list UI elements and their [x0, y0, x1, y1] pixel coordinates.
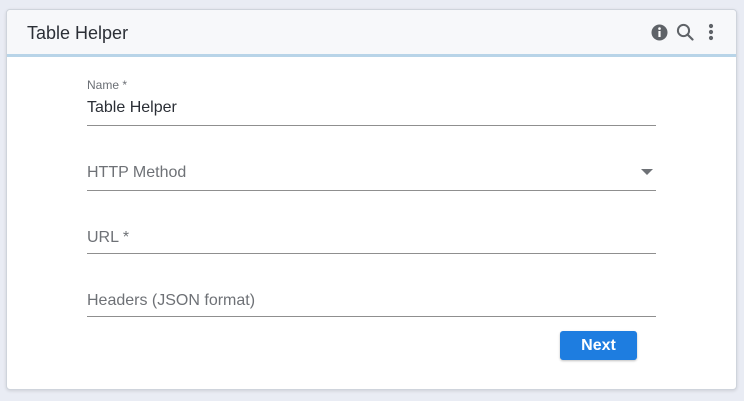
- name-field[interactable]: Name * Table Helper: [87, 78, 656, 127]
- url-field[interactable]: URL *: [87, 226, 656, 256]
- info-icon[interactable]: [650, 22, 668, 42]
- next-button[interactable]: Next: [560, 331, 637, 360]
- url-field-placeholder: URL *: [87, 229, 130, 246]
- name-field-label: Name *: [87, 78, 128, 92]
- header-actions: [650, 22, 720, 42]
- more-vertical-icon[interactable]: [702, 22, 720, 42]
- http-method-placeholder: HTTP Method: [87, 164, 187, 181]
- table-helper-card: Table Helper Name * Table Helper HTTP Me…: [6, 9, 737, 390]
- http-method-underline: [87, 190, 656, 191]
- name-field-underline: [87, 125, 656, 126]
- card-header: Table Helper: [7, 10, 736, 57]
- name-field-value[interactable]: Table Helper: [87, 99, 177, 117]
- headers-field[interactable]: Headers (JSON format): [87, 289, 656, 319]
- headers-field-placeholder: Headers (JSON format): [87, 292, 256, 309]
- chevron-down-icon[interactable]: [641, 169, 653, 175]
- card-title: Table Helper: [27, 23, 129, 43]
- headers-field-underline: [87, 316, 656, 317]
- url-field-underline: [87, 253, 656, 254]
- http-method-select[interactable]: HTTP Method: [87, 160, 656, 192]
- search-icon[interactable]: [676, 22, 694, 42]
